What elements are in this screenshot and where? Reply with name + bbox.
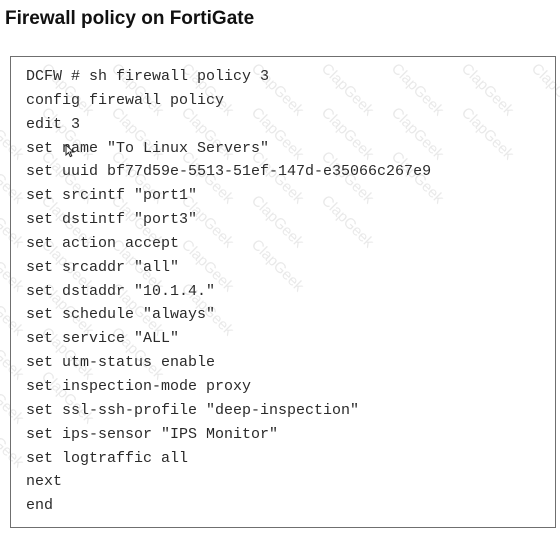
- cli-line: config firewall policy: [26, 91, 225, 109]
- cli-line: set inspection-mode proxy: [26, 377, 252, 395]
- page-title: Firewall policy on FortiGate: [5, 8, 255, 29]
- cli-line: next: [26, 473, 63, 491]
- cli-line: set uuid bf77d59e-5513-51ef-147d-e35066c…: [26, 163, 432, 181]
- cli-line: set srcaddr "all": [26, 258, 180, 276]
- cli-line: set name "To Linux Servers": [26, 139, 270, 157]
- cli-line: edit 3: [26, 115, 81, 133]
- cli-line: set action accept: [26, 234, 180, 252]
- cli-line: set dstintf "port3": [26, 211, 198, 229]
- cli-line: set ips-sensor "IPS Monitor": [26, 425, 279, 443]
- cli-line: set dstaddr "10.1.4.": [26, 282, 216, 300]
- cli-line: set ssl-ssh-profile "deep-inspection": [26, 401, 360, 419]
- cli-line-command: DCFW # sh firewall policy 3: [26, 68, 270, 85]
- terminal-output-panel: DCFW # sh firewall policy 3 config firewa…: [10, 56, 556, 528]
- cli-line: set srcintf "port1": [26, 187, 198, 205]
- cli-output: DCFW # sh firewall policy 3 config firewa…: [26, 65, 431, 518]
- cli-line: set utm-status enable: [26, 354, 216, 372]
- cli-line: set logtraffic all: [26, 449, 189, 467]
- cli-line: set schedule "always": [26, 306, 216, 324]
- cli-line: set service "ALL": [26, 330, 180, 348]
- cli-line: end: [26, 497, 54, 515]
